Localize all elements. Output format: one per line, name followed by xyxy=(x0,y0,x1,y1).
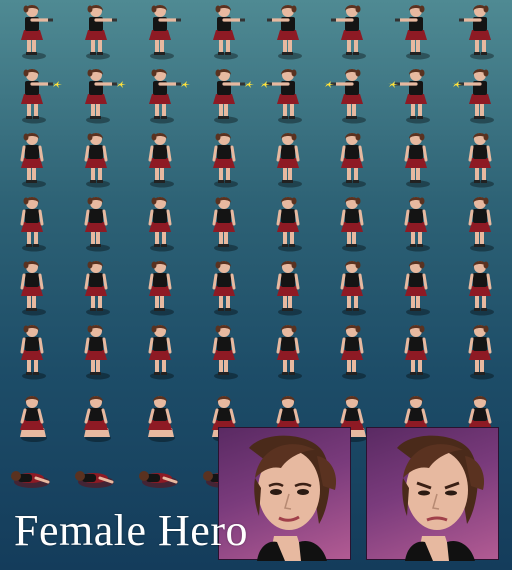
sprite-idle-2 xyxy=(64,128,128,192)
sprite-walk-3-3 xyxy=(128,320,192,384)
sprite-kneel-1 xyxy=(0,384,64,448)
sprite-walk-3-4 xyxy=(192,320,256,384)
sprite-shoot-4 xyxy=(192,64,256,128)
sprite-idle-4 xyxy=(192,128,256,192)
sprite-idle-6 xyxy=(320,128,384,192)
hero-portrait-angry xyxy=(366,427,499,561)
sprite-walk-3-5 xyxy=(256,320,320,384)
sprite-shoot-3 xyxy=(128,64,192,128)
sprite-walk-2-2 xyxy=(64,256,128,320)
sprite-shoot-1 xyxy=(0,64,64,128)
sprite-walk-1-2 xyxy=(64,192,128,256)
sprite-idle-5 xyxy=(256,128,320,192)
sprite-aim-8 xyxy=(448,0,512,64)
sprite-walk-1-1 xyxy=(0,192,64,256)
sprite-walk-2-7 xyxy=(384,256,448,320)
sprite-walk-1-3 xyxy=(128,192,192,256)
sprite-shoot-5 xyxy=(256,64,320,128)
sprite-dead-3 xyxy=(128,448,192,512)
sprite-idle-7 xyxy=(384,128,448,192)
sprite-walk-1-5 xyxy=(256,192,320,256)
sprite-walk-3-7 xyxy=(384,320,448,384)
sprite-walk-2-5 xyxy=(256,256,320,320)
sprite-shoot-2 xyxy=(64,64,128,128)
sprite-walk-2-6 xyxy=(320,256,384,320)
sprite-aim-4 xyxy=(192,0,256,64)
sprite-walk-2-8 xyxy=(448,256,512,320)
sprite-shoot-6 xyxy=(320,64,384,128)
sprite-walk-2-1 xyxy=(0,256,64,320)
sprite-walk-2-4 xyxy=(192,256,256,320)
sprite-dead-2 xyxy=(64,448,128,512)
sprite-aim-2 xyxy=(64,0,128,64)
sprite-walk-1-8 xyxy=(448,192,512,256)
sprite-kneel-3 xyxy=(128,384,192,448)
sprite-kneel-2 xyxy=(64,384,128,448)
sprite-aim-3 xyxy=(128,0,192,64)
sprite-idle-8 xyxy=(448,128,512,192)
sprite-walk-1-4 xyxy=(192,192,256,256)
sprite-idle-1 xyxy=(0,128,64,192)
sprite-walk-1-6 xyxy=(320,192,384,256)
sprite-aim-1 xyxy=(0,0,64,64)
sprite-aim-5 xyxy=(256,0,320,64)
sprite-shoot-8 xyxy=(448,64,512,128)
sprite-walk-3-8 xyxy=(448,320,512,384)
sprite-walk-3-1 xyxy=(0,320,64,384)
sprite-dead-1 xyxy=(0,448,64,512)
sprite-aim-6 xyxy=(320,0,384,64)
sprite-walk-3-6 xyxy=(320,320,384,384)
sprite-aim-7 xyxy=(384,0,448,64)
sheet-title: Female Hero xyxy=(14,506,248,555)
sprite-shoot-7 xyxy=(384,64,448,128)
sprite-walk-2-3 xyxy=(128,256,192,320)
sprite-walk-1-7 xyxy=(384,192,448,256)
sprite-walk-3-2 xyxy=(64,320,128,384)
sprite-idle-3 xyxy=(128,128,192,192)
